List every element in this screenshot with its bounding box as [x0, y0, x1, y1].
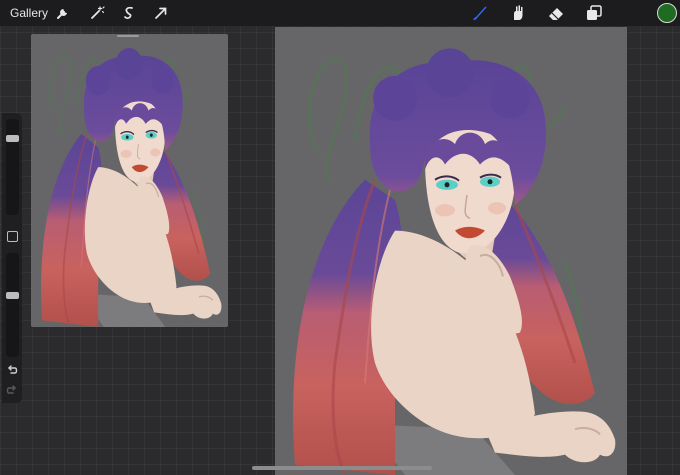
- brush-size-slider[interactable]: [6, 119, 19, 215]
- modify-square-icon[interactable]: [7, 231, 18, 242]
- wrench-icon[interactable]: [54, 4, 72, 22]
- top-toolbar: Gallery: [0, 0, 680, 26]
- gallery-button[interactable]: Gallery: [10, 6, 48, 20]
- layers-icon[interactable]: [584, 3, 604, 23]
- opacity-slider[interactable]: [6, 253, 19, 357]
- reference-artwork-image: [31, 34, 228, 327]
- color-picker-swatch[interactable]: [657, 3, 677, 23]
- opacity-handle[interactable]: [6, 291, 19, 299]
- main-canvas[interactable]: [275, 27, 627, 475]
- selection-icon[interactable]: [120, 4, 138, 22]
- home-indicator: [252, 466, 432, 470]
- side-toolbar: [2, 113, 22, 403]
- undo-icon[interactable]: [5, 363, 19, 377]
- magic-wand-icon[interactable]: [88, 4, 106, 22]
- eraser-icon[interactable]: [546, 3, 566, 23]
- smudge-icon[interactable]: [508, 3, 528, 23]
- transform-arrow-icon[interactable]: [152, 4, 170, 22]
- redo-icon[interactable]: [5, 383, 19, 397]
- reference-drag-handle[interactable]: [117, 35, 139, 37]
- brush-size-handle[interactable]: [6, 135, 19, 143]
- brush-icon[interactable]: [470, 3, 490, 23]
- canvas-artwork-image: [275, 27, 627, 475]
- reference-window[interactable]: [31, 34, 228, 327]
